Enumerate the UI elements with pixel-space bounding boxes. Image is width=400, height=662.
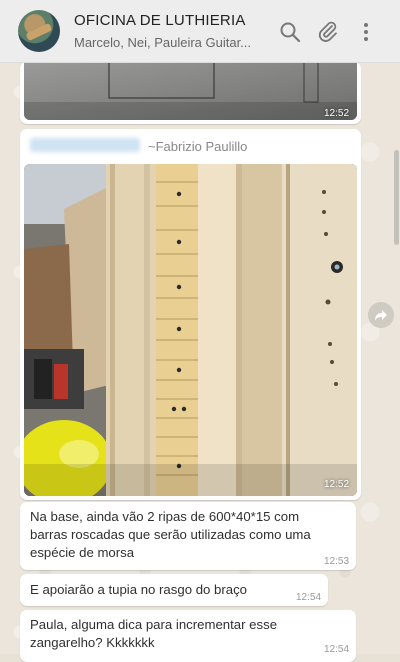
- search-icon[interactable]: [278, 20, 302, 44]
- blurred-phone-number: [30, 138, 140, 152]
- forward-button[interactable]: [368, 302, 394, 328]
- message-line: Na base, ainda vão 2 ripas de 600*40*15 …: [30, 509, 300, 524]
- image-message[interactable]: ~Fabrizio Paulillo 12:52: [20, 129, 361, 500]
- text-message[interactable]: Paula, alguma dica para incrementar esse…: [20, 610, 356, 662]
- message-line: espécie de morsa: [30, 545, 135, 560]
- menu-icon[interactable]: [354, 20, 378, 44]
- forward-icon: [375, 310, 387, 321]
- attach-icon[interactable]: [316, 20, 340, 44]
- message-line: barras roscadas que serão utilizadas com…: [30, 527, 311, 542]
- text-message[interactable]: Na base, ainda vão 2 ripas de 600*40*15 …: [20, 502, 356, 570]
- sender-name: ~Fabrizio Paulillo: [148, 139, 248, 154]
- chat-header[interactable]: OFICINA DE LUTHIERIA Marcelo, Nei, Paule…: [0, 0, 400, 63]
- message-time: 12:52: [324, 108, 350, 119]
- group-members[interactable]: Marcelo, Nei, Pauleira Guitar...: [74, 35, 254, 50]
- message-time: 12:54: [296, 592, 322, 603]
- text-message[interactable]: E apoiarão a tupia no rasgo do braço 12:…: [20, 574, 328, 606]
- image-message[interactable]: 12:52: [20, 62, 361, 124]
- message-time: 12:53: [324, 556, 350, 567]
- message-image[interactable]: [24, 62, 357, 120]
- message-line: zangarelho? Kkkkkkk: [30, 635, 155, 650]
- message-line: Paula, alguma dica para incrementar esse: [30, 617, 278, 632]
- message-time: 12:52: [324, 479, 350, 490]
- message-time: 12:54: [324, 644, 350, 655]
- group-title[interactable]: OFICINA DE LUTHIERIA: [74, 12, 246, 29]
- message-image[interactable]: [24, 164, 357, 496]
- scrollbar-thumb[interactable]: [394, 150, 399, 245]
- message-line: E apoiarão a tupia no rasgo do braço: [30, 582, 248, 597]
- group-avatar[interactable]: [18, 10, 60, 52]
